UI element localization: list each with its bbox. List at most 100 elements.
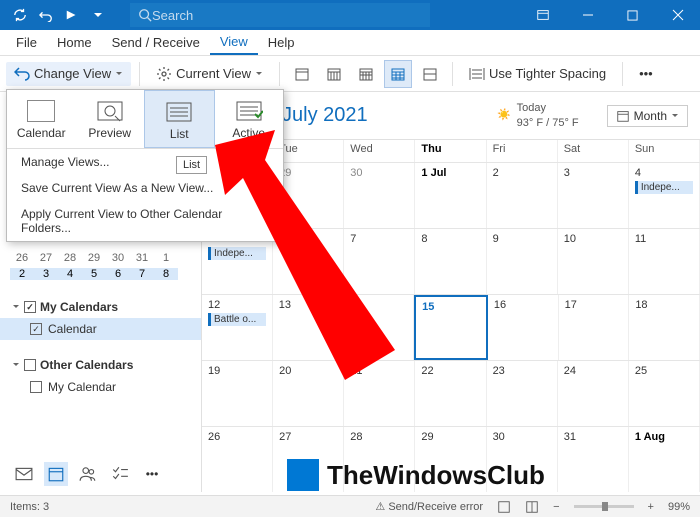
gear-icon	[156, 66, 172, 82]
day-cell[interactable]: 13	[273, 295, 344, 360]
current-view-label: Current View	[176, 66, 251, 81]
day-cell-today[interactable]: 15	[414, 295, 488, 360]
tasks-icon[interactable]	[108, 462, 132, 486]
ribbon-mode-icon[interactable]	[520, 0, 565, 30]
day-cell[interactable]: 28	[344, 427, 415, 492]
day-cell[interactable]: 2	[487, 163, 558, 228]
day-cell[interactable]: 14	[343, 295, 414, 360]
undo-icon[interactable]	[34, 3, 58, 27]
tighter-spacing-button[interactable]: Use Tighter Spacing	[461, 62, 614, 86]
checkbox-icon[interactable]	[24, 359, 36, 371]
day-cell[interactable]: 18	[629, 295, 700, 360]
day-cell[interactable]: 4Indepe...	[629, 163, 700, 228]
day-cell[interactable]: 21	[344, 361, 415, 426]
more-button[interactable]: •••	[631, 62, 661, 85]
sidebar-my-calendar-item[interactable]: My Calendar	[0, 376, 201, 398]
day-cell[interactable]: 19	[202, 361, 273, 426]
month-view-button[interactable]	[384, 60, 412, 88]
day-cell[interactable]: 31	[558, 427, 629, 492]
day-cell[interactable]: 24	[558, 361, 629, 426]
event[interactable]: Battle o...	[208, 313, 266, 326]
day-cell[interactable]: 16	[488, 295, 559, 360]
menu-help[interactable]: Help	[258, 31, 305, 54]
day-cell[interactable]: 20	[273, 361, 344, 426]
sidebar-my-calendars[interactable]: ✓My Calendars	[0, 296, 201, 318]
day-cell[interactable]: 3	[558, 163, 629, 228]
gallery-save-view[interactable]: Save Current View As a New View...	[7, 175, 283, 201]
workweek-view-button[interactable]	[320, 60, 348, 88]
day-cell[interactable]: 11	[629, 229, 700, 294]
view-reading-icon[interactable]	[525, 500, 539, 514]
day-cell[interactable]: 9	[487, 229, 558, 294]
menu-view[interactable]: View	[210, 30, 258, 55]
current-view-button[interactable]: Current View	[148, 62, 271, 86]
view-month-dropdown[interactable]: Month	[607, 105, 688, 127]
gallery-manage-views[interactable]: Manage Views...	[7, 149, 283, 175]
schedule-view-button[interactable]	[416, 60, 444, 88]
day-cell[interactable]: 26	[202, 427, 273, 492]
day-cell[interactable]: 7	[344, 229, 415, 294]
day-cell[interactable]: 25	[629, 361, 700, 426]
qat-forward-icon[interactable]	[60, 3, 84, 27]
list-view-icon	[165, 101, 193, 123]
gallery-active[interactable]: Active	[215, 90, 284, 148]
event[interactable]: Indepe...	[635, 181, 693, 194]
titlebar	[0, 0, 700, 30]
gallery-list[interactable]: List	[144, 90, 215, 148]
sync-icon[interactable]	[8, 3, 32, 27]
day-cell[interactable]: 22	[415, 361, 486, 426]
calendar-icon	[616, 109, 630, 123]
day-cell[interactable]: 23	[487, 361, 558, 426]
chevron-down-icon	[255, 70, 263, 78]
day-cell[interactable]: 1 Aug	[629, 427, 700, 492]
nav-more-icon[interactable]: •••	[140, 462, 164, 486]
mini-cal-row[interactable]: 2627282930311	[0, 250, 201, 266]
maximize-icon[interactable]	[610, 0, 655, 30]
change-view-label: Change View	[34, 66, 111, 81]
status-error[interactable]: ⚠ Send/Receive error	[375, 500, 483, 513]
day-cell[interactable]: 1 Jul	[415, 163, 486, 228]
search-input[interactable]	[152, 8, 422, 23]
change-view-button[interactable]: Change View	[6, 62, 131, 86]
qat-dropdown-icon[interactable]	[86, 3, 110, 27]
preview-view-icon	[96, 100, 124, 122]
week-view-button[interactable]	[352, 60, 380, 88]
day-cell[interactable]: 8	[415, 229, 486, 294]
day-cell[interactable]: 17	[559, 295, 630, 360]
mail-icon[interactable]	[12, 462, 36, 486]
weather-sun-icon: ☀️	[497, 108, 511, 122]
checkbox-icon[interactable]: ✓	[30, 323, 42, 335]
ellipsis-icon: •••	[639, 66, 653, 81]
view-normal-icon[interactable]	[497, 500, 511, 514]
menu-file[interactable]: File	[6, 31, 47, 54]
weather[interactable]: ☀️ Today93° F / 75° F	[497, 101, 579, 130]
day-cell[interactable]: 12Battle o...	[202, 295, 273, 360]
checkbox-icon[interactable]	[30, 381, 42, 393]
people-icon[interactable]	[76, 462, 100, 486]
sidebar-other-calendars[interactable]: Other Calendars	[0, 354, 201, 376]
search-box[interactable]	[130, 3, 430, 27]
status-zoom[interactable]: 99%	[668, 501, 690, 513]
calendar-view-icon	[27, 100, 55, 122]
day-cell[interactable]: 27	[273, 427, 344, 492]
month-title: July 2021	[282, 104, 368, 127]
day-cell[interactable]: 10	[558, 229, 629, 294]
gallery-apply-view[interactable]: Apply Current View to Other Calendar Fol…	[7, 201, 283, 241]
checkbox-icon[interactable]: ✓	[24, 301, 36, 313]
menu-home[interactable]: Home	[47, 31, 102, 54]
menu-send-receive[interactable]: Send / Receive	[102, 31, 210, 54]
mini-cal-row[interactable]: 2345678	[0, 266, 201, 282]
gallery-preview[interactable]: Preview	[76, 90, 145, 148]
day-cell[interactable]: 30	[487, 427, 558, 492]
gallery-calendar[interactable]: Calendar	[7, 90, 76, 148]
menubar: File Home Send / Receive View Help	[0, 30, 700, 56]
minimize-icon[interactable]	[565, 0, 610, 30]
close-icon[interactable]	[655, 0, 700, 30]
day-cell[interactable]: 29	[415, 427, 486, 492]
day-view-button[interactable]	[288, 60, 316, 88]
sidebar-calendar-item[interactable]: ✓Calendar	[0, 318, 201, 340]
change-view-gallery: Calendar Preview List Active Manage View…	[6, 89, 284, 242]
event[interactable]: Indepe...	[208, 247, 266, 260]
calendar-icon[interactable]	[44, 462, 68, 486]
day-cell[interactable]: 30	[344, 163, 415, 228]
